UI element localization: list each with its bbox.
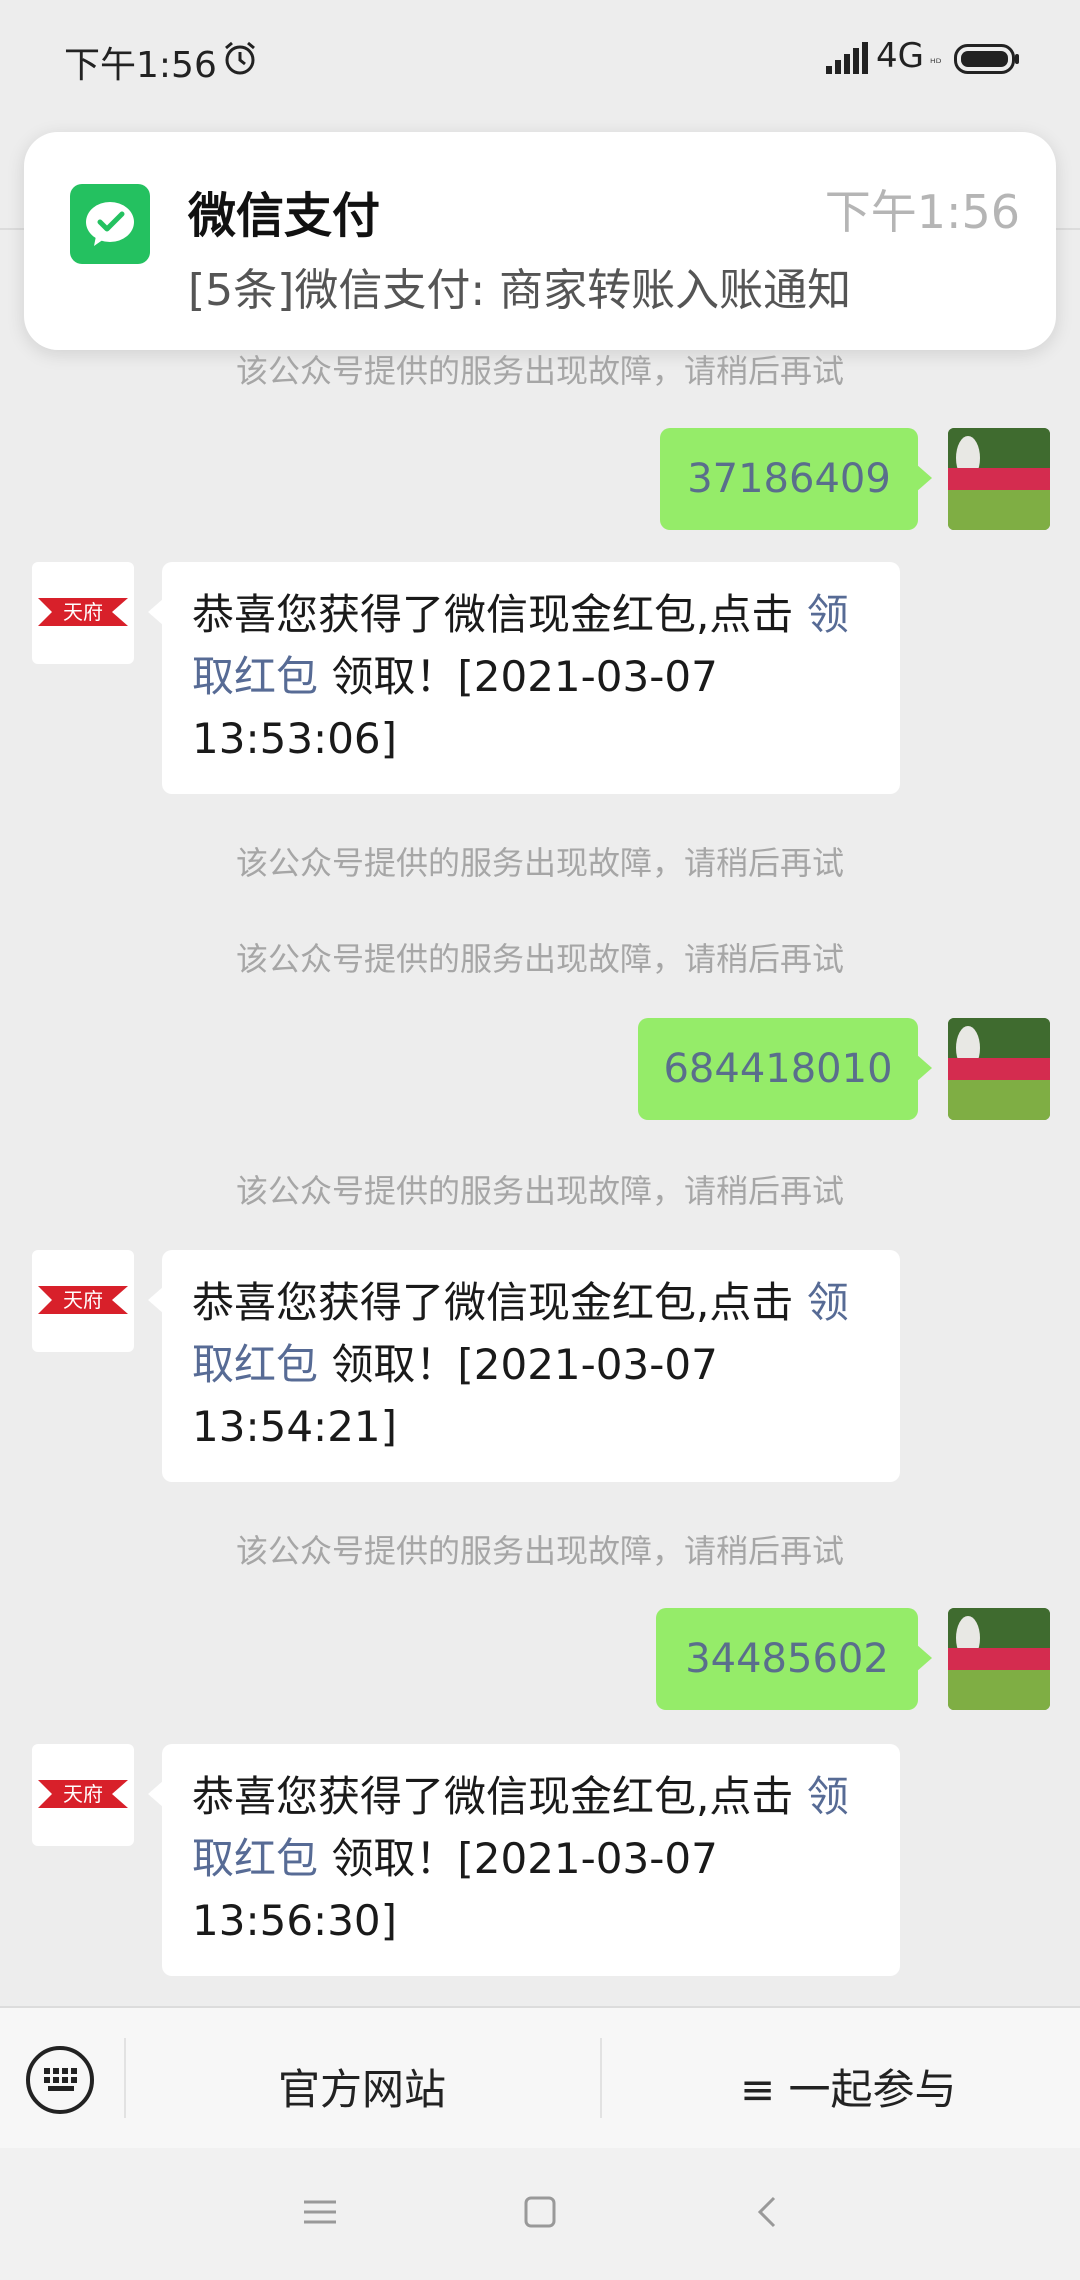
network-label: 4G bbox=[876, 36, 924, 76]
network-sub: ᴴᴰ bbox=[930, 56, 942, 70]
system-message: 该公众号提供的服务出现故障，请稍后再试 bbox=[235, 352, 844, 390]
battery-icon bbox=[954, 44, 1019, 74]
svg-text:天府: 天府 bbox=[63, 1289, 103, 1312]
svg-text:天府: 天府 bbox=[63, 1783, 103, 1806]
menu-divider bbox=[600, 2038, 602, 2118]
notification-banner[interactable]: 微信支付 下午1:56 [5条]微信支付: 商家转账入账通知 bbox=[24, 132, 1056, 350]
system-message: 该公众号提供的服务出现故障，请稍后再试 bbox=[235, 1532, 844, 1570]
back-icon[interactable] bbox=[748, 2192, 788, 2232]
official-account-avatar[interactable]: 天府 bbox=[32, 562, 134, 664]
sent-message-bubble[interactable]: 34485602 bbox=[656, 1608, 932, 1710]
system-message: 该公众号提供的服务出现故障，请稍后再试 bbox=[235, 1172, 844, 1210]
notification-body: [5条]微信支付: 商家转账入账通知 bbox=[188, 265, 852, 316]
sent-message-bubble[interactable]: 37186409 bbox=[660, 428, 932, 530]
menu-icon[interactable] bbox=[300, 2192, 340, 2232]
official-account-avatar[interactable]: 天府 bbox=[32, 1250, 134, 1352]
home-icon[interactable] bbox=[520, 2192, 560, 2232]
keyboard-icon[interactable] bbox=[26, 2046, 94, 2114]
received-message-bubble: 恭喜您获得了微信现金红包,点击 领取红包 领取！[2021-03-07 13:5… bbox=[148, 1744, 900, 1976]
sent-message-bubble[interactable]: 684418010 bbox=[638, 1018, 932, 1120]
bottom-menu: 官方网站 ≡ 一起参与 bbox=[0, 2006, 1080, 2150]
official-account-avatar[interactable]: 天府 bbox=[32, 1744, 134, 1846]
user-avatar[interactable] bbox=[948, 1608, 1050, 1710]
received-message-text: 恭喜您获得了微信现金红包,点击 领取红包 领取！[2021-03-07 13:5… bbox=[192, 1278, 849, 1451]
system-message: 该公众号提供的服务出现故障，请稍后再试 bbox=[235, 940, 844, 978]
status-bar: 下午1:56 4G ᴴᴰ bbox=[0, 0, 1080, 118]
system-message: 该公众号提供的服务出现故障，请稍后再试 bbox=[235, 844, 844, 882]
menu-official-site[interactable]: 官方网站 bbox=[278, 2056, 446, 2117]
received-message-bubble: 恭喜您获得了微信现金红包,点击 领取红包 领取！[2021-03-07 13:5… bbox=[148, 1250, 900, 1482]
notification-time: 下午1:56 bbox=[824, 185, 1020, 239]
system-nav-bar bbox=[0, 2148, 1080, 2280]
menu-divider bbox=[124, 2038, 126, 2118]
signal-icon bbox=[826, 42, 868, 74]
received-message-text: 恭喜您获得了微信现金红包,点击 领取红包 领取！[2021-03-07 13:5… bbox=[192, 1772, 849, 1945]
user-avatar[interactable] bbox=[948, 1018, 1050, 1120]
status-time: 下午1:56 bbox=[64, 45, 217, 86]
notification-title: 微信支付 bbox=[188, 188, 381, 244]
menu-join[interactable]: ≡ 一起参与 bbox=[740, 2056, 957, 2117]
user-avatar[interactable] bbox=[948, 428, 1050, 530]
received-message-bubble: 恭喜您获得了微信现金红包,点击 领取红包 领取！[2021-03-07 13:5… bbox=[148, 562, 900, 794]
alarm-icon bbox=[225, 41, 255, 75]
received-message-text: 恭喜您获得了微信现金红包,点击 领取红包 领取！[2021-03-07 13:5… bbox=[192, 590, 849, 763]
svg-text:天府: 天府 bbox=[63, 601, 103, 624]
wechat-pay-icon bbox=[70, 184, 150, 264]
